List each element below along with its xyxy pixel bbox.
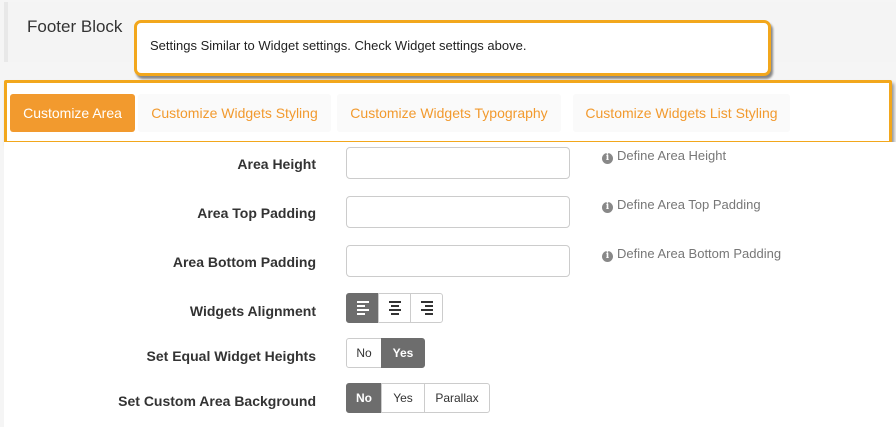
area-height-input[interactable] <box>346 147 570 179</box>
custom-background-parallax-button[interactable]: Parallax <box>424 383 490 413</box>
tab-customize-area[interactable]: Customize Area <box>10 94 135 132</box>
callout-text: Settings Similar to Widget settings. Che… <box>150 38 527 53</box>
custom-background-label: Set Custom Area Background <box>118 393 316 409</box>
area-bottom-padding-input[interactable] <box>346 245 570 277</box>
tab-customize-widgets-styling[interactable]: Customize Widgets Styling <box>138 94 331 132</box>
area-bottom-padding-label: Area Bottom Padding <box>172 254 316 270</box>
tab-customize-widgets-typography[interactable]: Customize Widgets Typography <box>337 94 561 132</box>
area-top-padding-label: Area Top Padding <box>197 205 316 221</box>
area-top-padding-help: i Define Area Top Padding <box>602 197 761 213</box>
info-circle-icon: i <box>602 202 613 213</box>
callout-note: Settings Similar to Widget settings. Che… <box>134 20 771 76</box>
align-center-icon <box>388 301 401 315</box>
area-top-padding-input[interactable] <box>346 196 570 228</box>
area-height-help: i Define Area Height <box>602 148 726 164</box>
align-left-icon <box>356 301 369 315</box>
area-top-padding-help-text: Define Area Top Padding <box>617 197 761 212</box>
widgets-alignment-label: Widgets Alignment <box>189 303 316 319</box>
equal-heights-label: Set Equal Widget Heights <box>146 348 316 364</box>
custom-background-toggle: No Yes Parallax <box>346 383 490 413</box>
info-circle-icon: i <box>602 153 613 164</box>
align-left-button[interactable] <box>346 293 379 323</box>
area-bottom-padding-help: i Define Area Bottom Padding <box>602 246 781 262</box>
tab-bar: Customize Area Customize Widgets Styling… <box>4 80 892 144</box>
area-bottom-padding-help-text: Define Area Bottom Padding <box>617 246 782 261</box>
align-center-button[interactable] <box>378 293 411 323</box>
area-height-help-text: Define Area Height <box>617 148 727 163</box>
equal-heights-toggle: No Yes <box>346 338 425 368</box>
equal-heights-yes-button[interactable]: Yes <box>381 338 425 368</box>
block-title: Footer Block <box>27 17 123 36</box>
align-right-button[interactable] <box>410 293 443 323</box>
equal-heights-no-button[interactable]: No <box>346 338 382 368</box>
custom-background-yes-button[interactable]: Yes <box>381 383 425 413</box>
info-circle-icon: i <box>602 251 613 262</box>
settings-form: Area Height i Define Area Height Area Top… <box>4 142 896 427</box>
widgets-alignment-group <box>346 293 443 323</box>
align-right-icon <box>420 301 433 315</box>
tab-customize-widgets-list-styling[interactable]: Customize Widgets List Styling <box>573 94 790 132</box>
custom-background-no-button[interactable]: No <box>346 383 382 413</box>
area-height-label: Area Height <box>237 156 316 172</box>
